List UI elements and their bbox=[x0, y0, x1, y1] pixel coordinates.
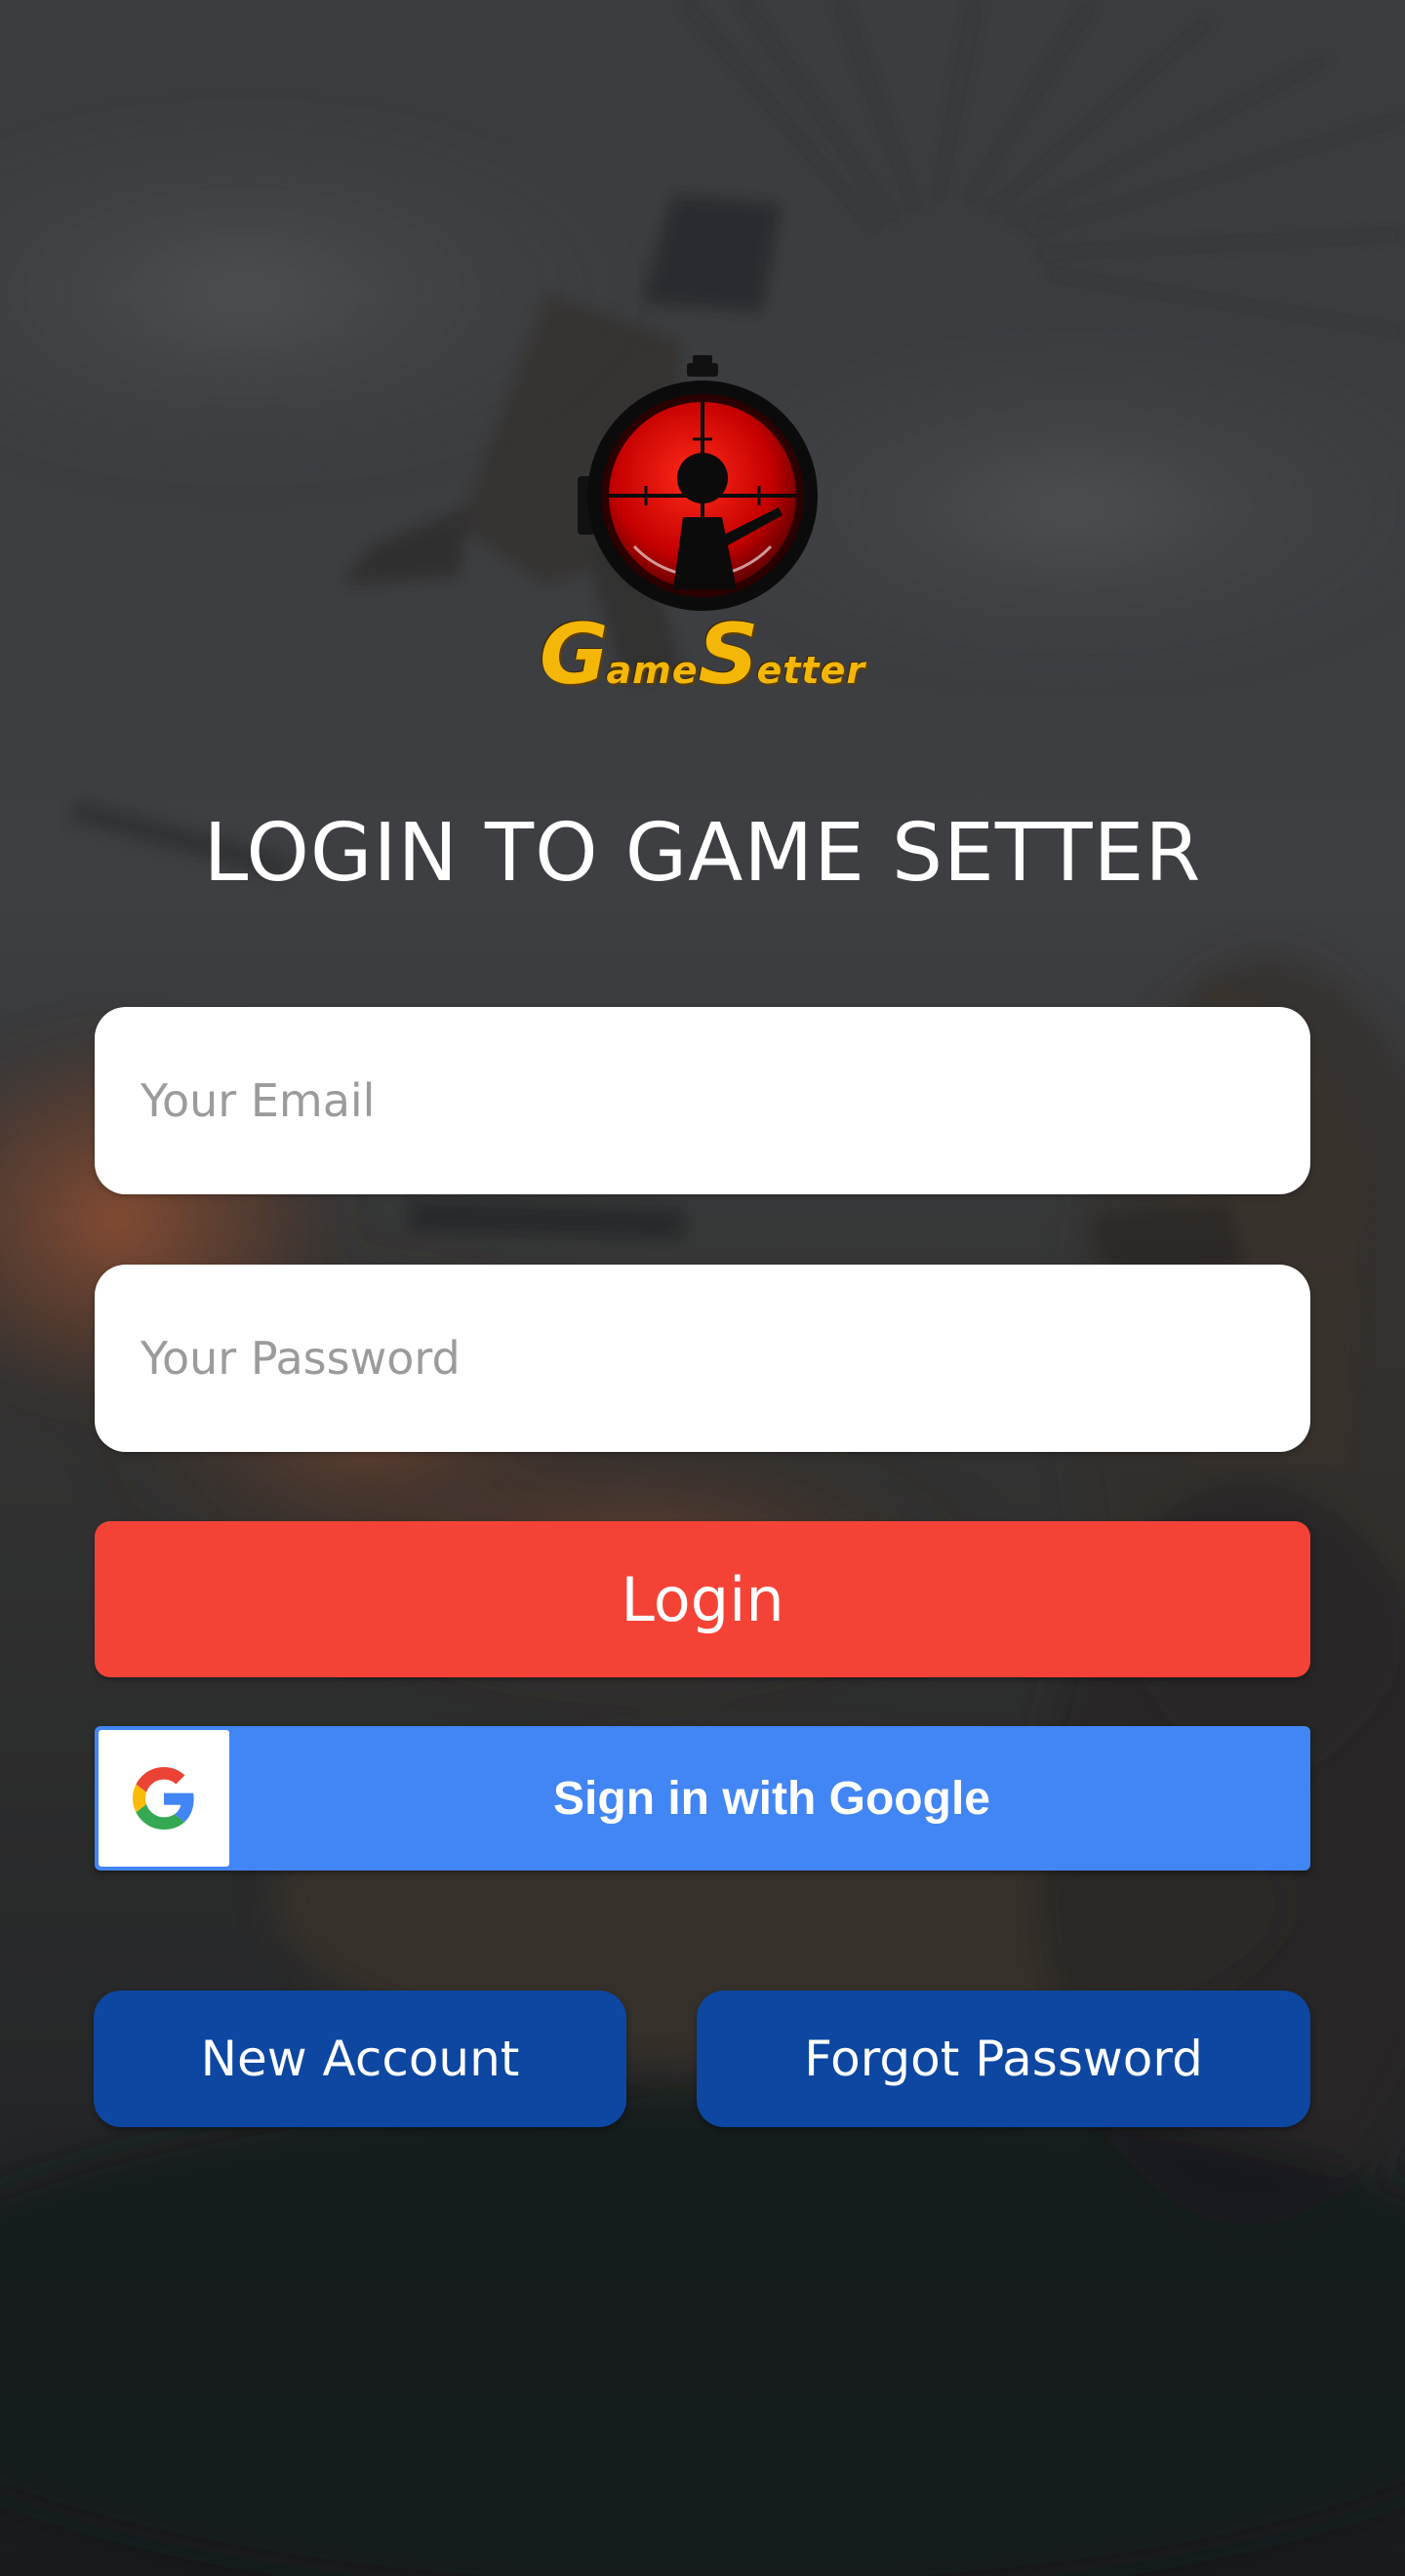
google-icon-box bbox=[99, 1730, 229, 1867]
password-field[interactable] bbox=[95, 1265, 1310, 1452]
email-field[interactable] bbox=[95, 1007, 1310, 1194]
page-title: LOGIN TO GAME SETTER bbox=[203, 807, 1202, 900]
email-input[interactable] bbox=[139, 1073, 1266, 1128]
login-button[interactable]: Login bbox=[95, 1521, 1310, 1677]
logo-initial-s: S bbox=[698, 606, 759, 704]
logo-wordmark: GameSetter bbox=[532, 613, 873, 697]
logo-word-ame: ame bbox=[606, 649, 699, 692]
logo-initial-g: G bbox=[539, 606, 609, 704]
password-input[interactable] bbox=[139, 1331, 1266, 1386]
new-account-button[interactable]: New Account bbox=[94, 1991, 626, 2127]
google-signin-label: Sign in with Google bbox=[553, 1772, 990, 1825]
forgot-password-button[interactable]: Forgot Password bbox=[697, 1991, 1310, 2127]
google-signin-button[interactable]: Sign in with Google bbox=[95, 1726, 1310, 1871]
google-g-icon bbox=[133, 1767, 194, 1830]
logo-word-etter: etter bbox=[756, 649, 866, 692]
